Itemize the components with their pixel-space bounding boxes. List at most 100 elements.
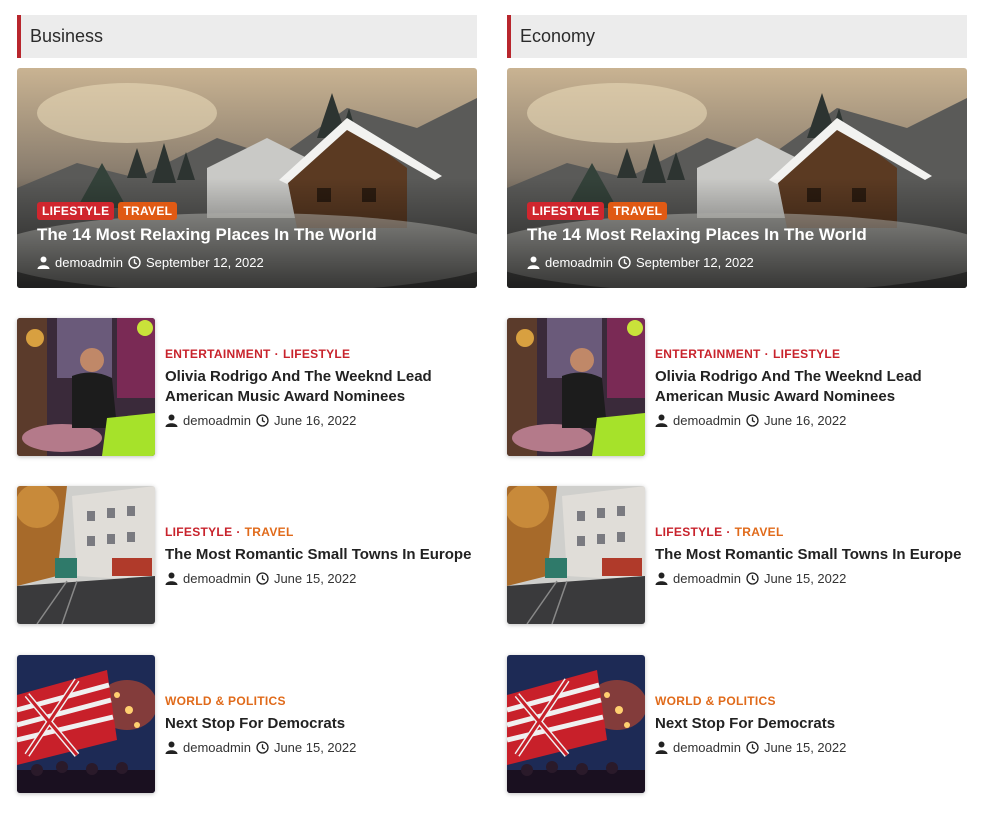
column-economy: Economy LIFESTYLE TRAVEL The 14 Most Rel… xyxy=(507,15,967,793)
post-date: June 15, 2022 xyxy=(273,739,357,755)
author-name[interactable]: demoadmin xyxy=(183,571,251,586)
category-badge-lifestyle[interactable]: LIFESTYLE xyxy=(37,202,115,220)
column-business: Business LIFESTYLE TRAVEL The 14 Most Re… xyxy=(17,15,477,793)
post-categories: ENTERTAINMENT · LIFESTYLE xyxy=(165,347,477,361)
featured-post[interactable]: LIFESTYLE TRAVEL The 14 Most Relaxing Pl… xyxy=(507,68,967,288)
post-categories: WORLD & POLITICS xyxy=(165,694,356,708)
featured-meta: demoadmin September 12, 2022 xyxy=(37,255,457,270)
clock-icon xyxy=(128,256,141,269)
category-separator: · xyxy=(274,346,279,361)
post-thumbnail[interactable] xyxy=(17,655,155,793)
post-meta: demoadmin June 15, 2022 xyxy=(655,740,846,755)
category-link[interactable]: ENTERTAINMENT xyxy=(655,347,761,361)
list-item[interactable]: LIFESTYLE · TRAVEL The Most Romantic Small… xyxy=(17,486,477,624)
clock-icon xyxy=(256,413,269,427)
list-item[interactable]: WORLD & POLITICS Next Stop For Democrats… xyxy=(507,655,967,793)
post-body: WORLD & POLITICS Next Stop For Democrats… xyxy=(645,655,846,793)
clock-icon xyxy=(746,571,759,585)
clock-icon xyxy=(746,740,759,754)
featured-title[interactable]: The 14 Most Relaxing Places In The World xyxy=(527,224,947,246)
section-header[interactable]: Economy xyxy=(507,15,967,58)
category-badge-travel[interactable]: TRAVEL xyxy=(608,202,668,220)
category-link[interactable]: WORLD & POLITICS xyxy=(655,694,776,708)
user-icon xyxy=(165,572,178,585)
featured-post[interactable]: LIFESTYLE TRAVEL The 14 Most Relaxing Pl… xyxy=(17,68,477,288)
section-header[interactable]: Business xyxy=(17,15,477,58)
featured-title[interactable]: The 14 Most Relaxing Places In The World xyxy=(37,224,457,246)
post-meta: demoadmin June 15, 2022 xyxy=(165,571,471,586)
featured-meta: demoadmin September 12, 2022 xyxy=(527,255,947,270)
post-body: WORLD & POLITICS Next Stop For Democrats… xyxy=(155,655,356,793)
category-badge-travel[interactable]: TRAVEL xyxy=(118,202,178,220)
list-item[interactable]: WORLD & POLITICS Next Stop For Democrats… xyxy=(17,655,477,793)
post-categories: LIFESTYLE · TRAVEL xyxy=(165,525,471,539)
category-link[interactable]: LIFESTYLE xyxy=(283,347,350,361)
post-body: LIFESTYLE · TRAVEL The Most Romantic Small… xyxy=(155,486,471,624)
category-link[interactable]: TRAVEL xyxy=(245,525,294,539)
author-name[interactable]: demoadmin xyxy=(673,413,741,428)
post-date: June 15, 2022 xyxy=(763,739,847,755)
user-icon xyxy=(527,256,540,269)
featured-overlay: LIFESTYLE TRAVEL The 14 Most Relaxing Pl… xyxy=(527,202,947,270)
post-title[interactable]: Next Stop For Democrats xyxy=(165,714,356,734)
post-thumbnail[interactable] xyxy=(507,486,645,624)
post-meta: demoadmin June 16, 2022 xyxy=(655,413,967,428)
author-name[interactable]: demoadmin xyxy=(545,255,613,270)
list-item[interactable]: ENTERTAINMENT · LIFESTYLE Olivia Rodrigo A… xyxy=(17,318,477,456)
post-body: ENTERTAINMENT · LIFESTYLE Olivia Rodrigo A… xyxy=(155,318,477,456)
category-link[interactable]: LIFESTYLE xyxy=(165,525,232,539)
category-separator: · xyxy=(236,524,241,539)
post-body: ENTERTAINMENT · LIFESTYLE Olivia Rodrigo A… xyxy=(645,318,967,456)
author-name[interactable]: demoadmin xyxy=(673,740,741,755)
badge-list: LIFESTYLE TRAVEL xyxy=(527,202,947,220)
user-icon xyxy=(37,256,50,269)
user-icon xyxy=(655,741,668,754)
category-separator: · xyxy=(726,524,731,539)
author-name[interactable]: demoadmin xyxy=(183,413,251,428)
post-date: June 16, 2022 xyxy=(763,412,847,428)
list-item[interactable]: ENTERTAINMENT · LIFESTYLE Olivia Rodrigo A… xyxy=(507,318,967,456)
post-title[interactable]: Olivia Rodrigo And The Weeknd Lead Ameri… xyxy=(165,367,477,407)
post-title[interactable]: The Most Romantic Small Towns In Europe xyxy=(655,545,961,565)
user-icon xyxy=(165,414,178,427)
list-item[interactable]: LIFESTYLE · TRAVEL The Most Romantic Small… xyxy=(507,486,967,624)
post-date: September 12, 2022 xyxy=(145,255,264,270)
post-date: June 16, 2022 xyxy=(273,412,357,428)
category-link[interactable]: LIFESTYLE xyxy=(655,525,722,539)
user-icon xyxy=(165,741,178,754)
category-badge-lifestyle[interactable]: LIFESTYLE xyxy=(527,202,605,220)
post-title[interactable]: The Most Romantic Small Towns In Europe xyxy=(165,545,471,565)
post-thumbnail[interactable] xyxy=(17,318,155,456)
category-link[interactable]: ENTERTAINMENT xyxy=(165,347,271,361)
category-link[interactable]: LIFESTYLE xyxy=(773,347,840,361)
badge-list: LIFESTYLE TRAVEL xyxy=(37,202,457,220)
post-title[interactable]: Olivia Rodrigo And The Weeknd Lead Ameri… xyxy=(655,367,967,407)
category-separator: · xyxy=(764,346,769,361)
clock-icon xyxy=(618,256,631,269)
post-thumbnail[interactable] xyxy=(17,486,155,624)
post-thumbnail[interactable] xyxy=(507,318,645,456)
clock-icon xyxy=(256,740,269,754)
post-categories: WORLD & POLITICS xyxy=(655,694,846,708)
post-meta: demoadmin June 15, 2022 xyxy=(165,740,356,755)
section-title: Economy xyxy=(520,26,596,46)
author-name[interactable]: demoadmin xyxy=(673,571,741,586)
author-name[interactable]: demoadmin xyxy=(55,255,123,270)
user-icon xyxy=(655,572,668,585)
post-date: June 15, 2022 xyxy=(763,570,847,586)
post-meta: demoadmin June 16, 2022 xyxy=(165,413,477,428)
category-link[interactable]: WORLD & POLITICS xyxy=(165,694,286,708)
category-link[interactable]: TRAVEL xyxy=(735,525,784,539)
post-date: June 15, 2022 xyxy=(273,570,357,586)
user-icon xyxy=(655,414,668,427)
post-title[interactable]: Next Stop For Democrats xyxy=(655,714,846,734)
post-body: LIFESTYLE · TRAVEL The Most Romantic Small… xyxy=(645,486,961,624)
section-title: Business xyxy=(30,26,104,46)
clock-icon xyxy=(256,571,269,585)
featured-overlay: LIFESTYLE TRAVEL The 14 Most Relaxing Pl… xyxy=(37,202,457,270)
author-name[interactable]: demoadmin xyxy=(183,740,251,755)
post-thumbnail[interactable] xyxy=(507,655,645,793)
clock-icon xyxy=(746,413,759,427)
post-meta: demoadmin June 15, 2022 xyxy=(655,571,961,586)
post-categories: ENTERTAINMENT · LIFESTYLE xyxy=(655,347,967,361)
